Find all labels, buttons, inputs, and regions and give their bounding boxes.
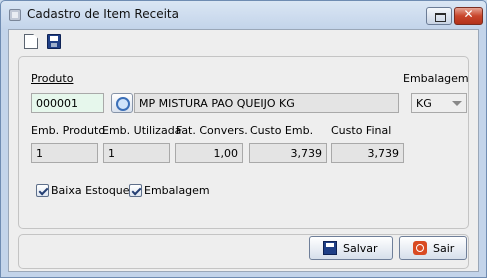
search-icon[interactable] — [111, 93, 133, 113]
baixa-estoque-label[interactable]: Baixa Estoque — [51, 184, 130, 197]
salvar-button[interactable]: Salvar — [309, 236, 393, 260]
embalagem-select[interactable]: KG — [411, 93, 467, 113]
fat-convers-field[interactable]: 1,00 — [175, 143, 243, 163]
sair-button[interactable]: Sair — [399, 236, 467, 260]
embalagem-checkbox[interactable] — [129, 184, 142, 197]
salvar-label: Salvar — [343, 242, 378, 255]
window-client: Produto Embalagem 000001 MP MISTURA PAO … — [8, 29, 479, 272]
produto-label: Produto — [31, 72, 74, 85]
embalagem-select-value: KG — [416, 97, 432, 110]
window-title: Cadastro de Item Receita — [27, 7, 179, 21]
close-button[interactable]: ✕ — [454, 7, 483, 25]
chevron-down-icon — [452, 101, 462, 106]
produto-code-field[interactable]: 000001 — [31, 93, 104, 113]
baixa-estoque-checkbox[interactable] — [36, 184, 49, 197]
form-panel: Produto Embalagem 000001 MP MISTURA PAO … — [18, 56, 469, 229]
custo-final-label: Custo Final — [331, 124, 392, 137]
sair-label: Sair — [433, 242, 455, 255]
custo-final-field[interactable]: 3,739 — [331, 143, 404, 163]
floppy-disk-icon — [323, 241, 337, 255]
close-icon: ✕ — [463, 7, 474, 21]
fat-convers-label: Fat. Convers. — [176, 124, 248, 137]
embalagem-label: Embalagem — [403, 72, 469, 85]
restore-button[interactable] — [426, 7, 452, 25]
embalagem-checkbox-label[interactable]: Embalagem — [144, 184, 210, 197]
emb-produto-field[interactable]: 1 — [31, 143, 98, 163]
custo-emb-label: Custo Emb. — [250, 124, 314, 137]
produto-name-field[interactable]: MP MISTURA PAO QUEIJO KG — [134, 93, 399, 113]
app-icon — [9, 9, 21, 21]
window: Cadastro de Item Receita ✕ Produto Embal… — [0, 0, 487, 278]
custo-emb-field[interactable]: 3,739 — [249, 143, 327, 163]
emb-produto-label: Emb. Produto — [31, 124, 106, 137]
power-icon — [413, 241, 427, 255]
new-document-icon[interactable] — [24, 34, 38, 49]
title-bar[interactable]: Cadastro de Item Receita ✕ — [1, 1, 486, 29]
emb-utilizada-field[interactable]: 1 — [103, 143, 170, 163]
floppy-disk-icon[interactable] — [47, 34, 61, 49]
emb-utilizada-label: Emb. Utilizada — [102, 124, 182, 137]
